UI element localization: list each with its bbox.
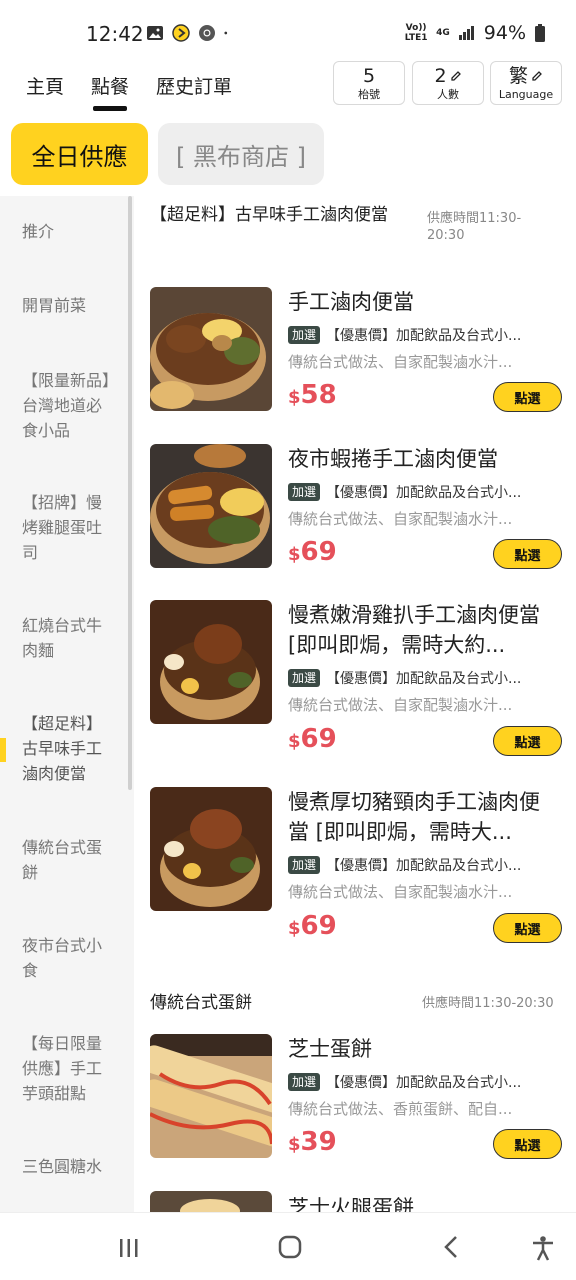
status-bar: 12:42 Vo)) LTE1 4G 94% (0, 0, 576, 64)
tab-home[interactable]: 主頁 (26, 72, 64, 99)
food-image (150, 600, 272, 724)
promo-text: 【優惠價】加配飲品及台式小... (326, 328, 522, 344)
status-time: 12:42 (86, 22, 144, 46)
sidebar-item-appetizers[interactable]: 開胃前菜 (22, 293, 114, 318)
signal-icon (458, 26, 474, 40)
item-description: 傳統台式做法、自家配製滷水汁... (288, 353, 513, 371)
item-price: $69 (288, 537, 337, 567)
currency-symbol: $ (288, 544, 301, 565)
currency-symbol: $ (288, 1134, 301, 1155)
item-price: $58 (288, 380, 337, 410)
sidebar-item-braised-pork-bento[interactable]: 【超足料】古早味手工滷肉便當 (22, 711, 114, 786)
select-item-button[interactable]: 點選 (493, 913, 562, 943)
currency-symbol: $ (288, 387, 301, 408)
select-item-button[interactable]: 點選 (493, 382, 562, 412)
sidebar-item-beef-noodles[interactable]: 紅燒台式牛肉麵 (22, 613, 114, 663)
sidebar-item-recommended[interactable]: 推介 (22, 219, 114, 244)
store-tab-black-cloth[interactable]: [ 黑布商店 ] (158, 123, 324, 185)
item-description: 傳統台式做法、自家配製滷水汁... (288, 510, 513, 528)
menu-item[interactable]: 芝士火腿蛋餅 (150, 1191, 566, 1212)
people-count-box[interactable]: 2 人數 (412, 61, 484, 105)
battery-icon (535, 24, 545, 42)
section-hours: 供應時間11:30-20:30 (427, 211, 522, 243)
item-name: 手工滷肉便當 (288, 290, 414, 314)
food-image (150, 444, 272, 568)
select-item-button[interactable]: 點選 (493, 726, 562, 756)
menu-item[interactable]: 慢煮嫩滑雞扒手工滷肉便當 [即叫即焗，需時大約... 加選 【優惠價】加配飲品及… (150, 600, 566, 756)
promo-text: 【優惠價】加配飲品及台式小... (326, 1075, 522, 1091)
gallery-icon (147, 26, 163, 40)
home-icon[interactable] (278, 1235, 302, 1259)
tab-order-history[interactable]: 歷史訂單 (156, 72, 232, 99)
menu-item[interactable]: 夜市蝦捲手工滷肉便當 加選 【優惠價】加配飲品及台式小... 傳統台式做法、自家… (150, 444, 566, 569)
food-image (150, 1191, 272, 1212)
table-number-value: 5 (362, 65, 376, 87)
promo-text: 【優惠價】加配飲品及台式小... (326, 485, 522, 501)
notification-dot-icon (224, 31, 228, 35)
sidebar-item-egg-pancake[interactable]: 傳統台式蛋餅 (22, 835, 114, 885)
item-price: $39 (288, 1127, 337, 1157)
back-icon[interactable] (442, 1235, 460, 1259)
promo-text: 【優惠價】加配飲品及台式小... (326, 858, 522, 874)
sidebar-active-indicator (0, 738, 6, 762)
item-price: $69 (288, 911, 337, 941)
menu-item[interactable]: 手工滷肉便當 加選 【優惠價】加配飲品及台式小... 傳統台式做法、自家配製滷水… (150, 287, 566, 412)
section-title-egg-pancake: 傳統台式蛋餅 (150, 993, 252, 1013)
select-item-button[interactable]: 點選 (493, 1129, 562, 1159)
add-on-tag: 加選 (288, 483, 321, 501)
item-price: $69 (288, 724, 337, 754)
item-name: 慢煮嫩滑雞扒手工滷肉便當 [即叫即焗，需時大約... (288, 603, 540, 657)
food-image (150, 287, 272, 411)
currency-symbol: $ (288, 918, 301, 939)
chrome-icon (199, 25, 215, 41)
food-image (150, 787, 272, 911)
sidebar-item-night-market[interactable]: 夜市台式小食 (22, 933, 114, 983)
table-number-box[interactable]: 5 枱號 (333, 61, 405, 105)
select-item-button[interactable]: 點選 (493, 539, 562, 569)
language-value: 繁 (508, 65, 528, 87)
sidebar-scrollbar[interactable] (128, 196, 132, 790)
item-description: 傳統台式做法、自家配製滷水汁... (288, 696, 513, 714)
item-description: 傳統台式做法、香煎蛋餅、配自... (288, 1100, 513, 1118)
add-on-tag: 加選 (288, 856, 321, 874)
network-type: 4G (436, 28, 450, 38)
edit-pencil-icon (450, 71, 461, 81)
table-number-label: 枱號 (358, 88, 380, 101)
category-sidebar: 推介 開胃前菜 【限量新品】台灣地道必食小品 【招牌】慢烤雞腿蛋吐司 紅燒台式牛… (0, 196, 134, 1212)
recent-apps-icon[interactable] (118, 1237, 140, 1259)
item-name: 芝士蛋餅 (288, 1037, 372, 1061)
menu-item[interactable]: 慢煮厚切豬頸肉手工滷肉便當 [即叫即焗，需時大... 加選 【優惠價】加配飲品及… (150, 787, 566, 943)
battery-percent: 94% (483, 22, 526, 44)
sidebar-item-sweet-soup[interactable]: 三色圓糖水 (22, 1154, 114, 1179)
people-count-value: 2 (434, 65, 447, 87)
language-label: Language (498, 88, 554, 101)
store-tab-all-day[interactable]: 全日供應 (11, 123, 148, 185)
sidebar-item-taro-dessert[interactable]: 【每日限量供應】手工芋頭甜點 (22, 1031, 114, 1106)
add-on-tag: 加選 (288, 326, 321, 344)
sidebar-item-limited-snacks[interactable]: 【限量新品】台灣地道必食小品 (22, 368, 114, 443)
menu-item[interactable]: 芝士蛋餅 加選 【優惠價】加配飲品及台式小... 傳統台式做法、香煎蛋餅、配自.… (150, 1034, 566, 1159)
section-title-braised-pork: 【超足料】古早味手工滷肉便當 (150, 205, 388, 225)
item-name: 芝士火腿蛋餅 (288, 1196, 414, 1212)
play-app-icon (172, 24, 190, 42)
sidebar-item-chicken-toast[interactable]: 【招牌】慢烤雞腿蛋吐司 (22, 490, 114, 565)
add-on-tag: 加選 (288, 669, 321, 687)
item-name: 夜市蝦捲手工滷肉便當 (288, 447, 498, 471)
language-box[interactable]: 繁 Language (490, 61, 562, 105)
currency-symbol: $ (288, 731, 301, 752)
volte-indicator: Vo)) LTE1 (404, 23, 428, 43)
system-navigation-bar (0, 1212, 576, 1280)
item-description: 傳統台式做法、自家配製滷水汁... (288, 883, 513, 901)
accessibility-icon[interactable] (530, 1235, 556, 1261)
promo-text: 【優惠價】加配飲品及台式小... (326, 671, 522, 687)
item-name: 慢煮厚切豬頸肉手工滷肉便當 [即叫即焗，需時大... (288, 790, 540, 844)
section-hours: 供應時間11:30-20:30 (422, 996, 554, 1011)
edit-pencil-icon (532, 71, 542, 81)
people-count-label: 人數 (437, 88, 459, 101)
food-image (150, 1034, 272, 1158)
tab-order[interactable]: 點餐 (91, 72, 129, 111)
add-on-tag: 加選 (288, 1073, 321, 1091)
